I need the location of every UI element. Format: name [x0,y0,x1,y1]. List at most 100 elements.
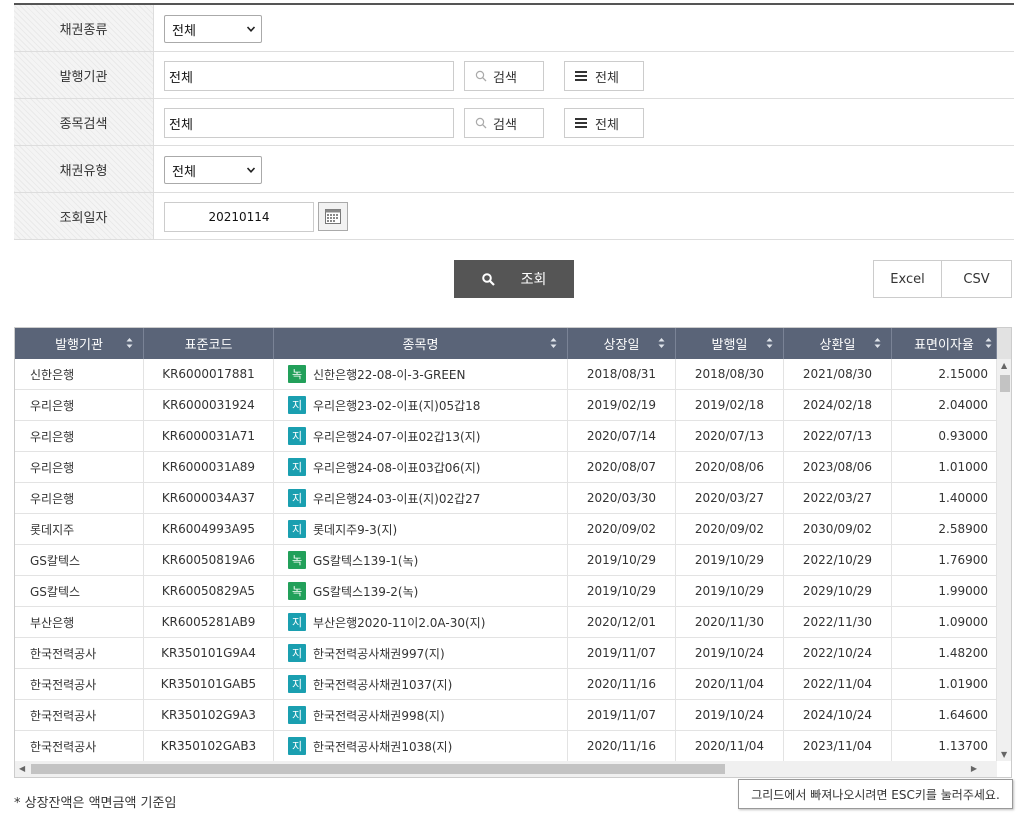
issuer-input[interactable]: 전체 [164,61,454,91]
issuer-all-button[interactable]: 전체 [564,61,644,91]
scroll-right-icon[interactable]: ▶ [971,764,977,773]
grid-escape-tooltip: 그리드에서 빠져나오시려면 ESC키를 눌러주세요. [738,779,1013,809]
table-row[interactable]: 한국전력공사 KR350102G9A3 지 한국전력공사채권998(지) 2019/11… [15,700,997,731]
horizontal-scroll-thumb[interactable] [31,764,725,774]
bond-type-select[interactable]: 전체 [164,15,262,43]
query-date-row: 조회일자 20210114 [14,193,1014,240]
query-date-input[interactable]: 20210114 [164,202,314,232]
table-row[interactable]: 한국전력공사 KR350101G9A4 지 한국전력공사채권997(지) 2019/11… [15,638,997,669]
query-button[interactable]: 조회 [454,260,574,298]
bond-type-badge: 지 [288,458,306,476]
cell-code: KR6000031924 [144,390,274,420]
cell-code: KR350101GAB5 [144,669,274,699]
column-header-label: 종목명 [402,338,439,353]
bond-type-select-value: 전체 [172,23,196,39]
sort-icon [874,338,881,348]
item-name-text: 한국전력공사채권1038(지) [313,739,453,754]
cell-issued: 2020/03/27 [676,483,784,513]
item-search-input[interactable]: 전체 [164,108,454,138]
scroll-left-icon[interactable]: ◀ [19,764,25,773]
item-name-text: 롯데지주9-3(지) [313,522,398,537]
grid-header: 발행기관 표준코드 종목명 상장일 발행일 상환일 표면이자율 [15,328,997,359]
table-row[interactable]: 신한은행 KR6000017881 녹 신한은행22-08-이-3-GREEN 2018… [15,359,997,390]
list-icon [575,118,587,128]
table-row[interactable]: 한국전력공사 KR350101GAB5 지 한국전력공사채권1037(지) 2020/1… [15,669,997,700]
cell-issuer: 우리은행 [15,421,144,451]
calendar-button[interactable] [318,202,348,231]
table-row[interactable]: GS칼텍스 KR60050829A5 녹 GS칼텍스139-2(녹) 2019/10/2… [15,576,997,607]
cell-code: KR350102G9A3 [144,700,274,730]
issuer-search-label: 검색 [493,70,517,86]
sort-icon [126,338,133,348]
cell-name: 녹 신한은행22-08-이-3-GREEN [274,359,568,389]
cell-issuer: 신한은행 [15,359,144,389]
table-row[interactable]: 우리은행 KR6000031924 지 우리은행23-02-이표(지)05갑18 201… [15,390,997,421]
cell-rate: 1.99000 [892,576,997,606]
item-name-text: 한국전력공사채권997(지) [313,646,445,661]
cell-maturity: 2022/07/13 [784,421,892,451]
column-header-listed[interactable]: 상장일 [568,328,676,359]
table-row[interactable]: 우리은행 KR6000031A71 지 우리은행24-07-이표02갑13(지) 202… [15,421,997,452]
column-header-code[interactable]: 표준코드 [144,328,274,359]
cell-issued: 2020/07/13 [676,421,784,451]
excel-button[interactable]: Excel [873,260,942,298]
vertical-scrollbar[interactable]: ▲ ▼ [997,359,1011,761]
bond-grid: 발행기관 표준코드 종목명 상장일 발행일 상환일 표면이자율 신한은행 KR60… [14,327,1012,778]
table-row[interactable]: 부산은행 KR6005281AB9 지 부산은행2020-11이2.0A-30(지) 2… [15,607,997,638]
cell-code: KR6005281AB9 [144,607,274,637]
cell-rate: 0.93000 [892,421,997,451]
cell-issuer: 우리은행 [15,483,144,513]
cell-listed: 2018/08/31 [568,359,676,389]
sort-icon [985,338,992,348]
bond-type-badge: 지 [288,427,306,445]
table-row[interactable]: 롯데지주 KR6004993A95 지 롯데지주9-3(지) 2020/09/02 202… [15,514,997,545]
cell-maturity: 2023/08/06 [784,452,892,482]
cell-maturity: 2022/11/30 [784,607,892,637]
item-all-button[interactable]: 전체 [564,108,644,138]
table-row[interactable]: GS칼텍스 KR60050819A6 녹 GS칼텍스139-1(녹) 2019/10/2… [15,545,997,576]
column-header-rate[interactable]: 표면이자율 [892,328,997,359]
cell-name: 지 한국전력공사채권1037(지) [274,669,568,699]
item-name-text: 신한은행22-08-이-3-GREEN [313,367,466,382]
cell-issued: 2020/11/04 [676,731,784,761]
cell-name: 지 우리은행24-08-이표03갑06(지) [274,452,568,482]
table-row[interactable]: 우리은행 KR6000034A37 지 우리은행24-03-이표(지)02갑27 202… [15,483,997,514]
cell-code: KR350102GAB3 [144,731,274,761]
table-row[interactable]: 한국전력공사 KR350102GAB3 지 한국전력공사채권1038(지) 2020/1… [15,731,997,762]
cell-name: 지 우리은행24-07-이표02갑13(지) [274,421,568,451]
cell-issued: 2020/11/30 [676,607,784,637]
cell-code: KR60050829A5 [144,576,274,606]
bond-type-row: 채권종류 전체 [14,5,1014,52]
column-header-issuer[interactable]: 발행기관 [15,328,144,359]
horizontal-scrollbar[interactable]: ◀ ▶ [15,761,997,777]
column-header-name[interactable]: 종목명 [274,328,568,359]
cell-code: KR6000031A71 [144,421,274,451]
item-name-text: 우리은행24-03-이표(지)02갑27 [313,491,481,506]
csv-button[interactable]: CSV [942,260,1012,298]
item-name-text: GS칼텍스139-1(녹) [313,553,419,568]
cell-rate: 2.15000 [892,359,997,389]
cell-name: 지 우리은행23-02-이표(지)05갑18 [274,390,568,420]
scroll-down-icon[interactable]: ▼ [1001,750,1007,759]
search-icon [481,272,495,286]
issuer-search-button[interactable]: 검색 [464,61,544,91]
column-header-maturity[interactable]: 상환일 [784,328,892,359]
bond-type-badge: 지 [288,613,306,631]
cell-issuer: 롯데지주 [15,514,144,544]
cell-listed: 2020/08/07 [568,452,676,482]
scroll-up-icon[interactable]: ▲ [1001,361,1007,370]
item-search-button[interactable]: 검색 [464,108,544,138]
bond-kind-select[interactable]: 전체 [164,156,262,184]
vertical-scroll-thumb[interactable] [1000,375,1010,392]
bond-type-label: 채권종류 [14,5,154,51]
cell-issued: 2018/08/30 [676,359,784,389]
cell-issued: 2020/08/06 [676,452,784,482]
bond-type-badge: 지 [288,520,306,538]
table-row[interactable]: 우리은행 KR6000031A89 지 우리은행24-08-이표03갑06(지) 202… [15,452,997,483]
item-search-button-label: 검색 [493,117,517,133]
column-header-issued[interactable]: 발행일 [676,328,784,359]
cell-name: 지 한국전력공사채권1038(지) [274,731,568,761]
cell-listed: 2019/02/19 [568,390,676,420]
cell-maturity: 2024/10/24 [784,700,892,730]
cell-name: 녹 GS칼텍스139-1(녹) [274,545,568,575]
